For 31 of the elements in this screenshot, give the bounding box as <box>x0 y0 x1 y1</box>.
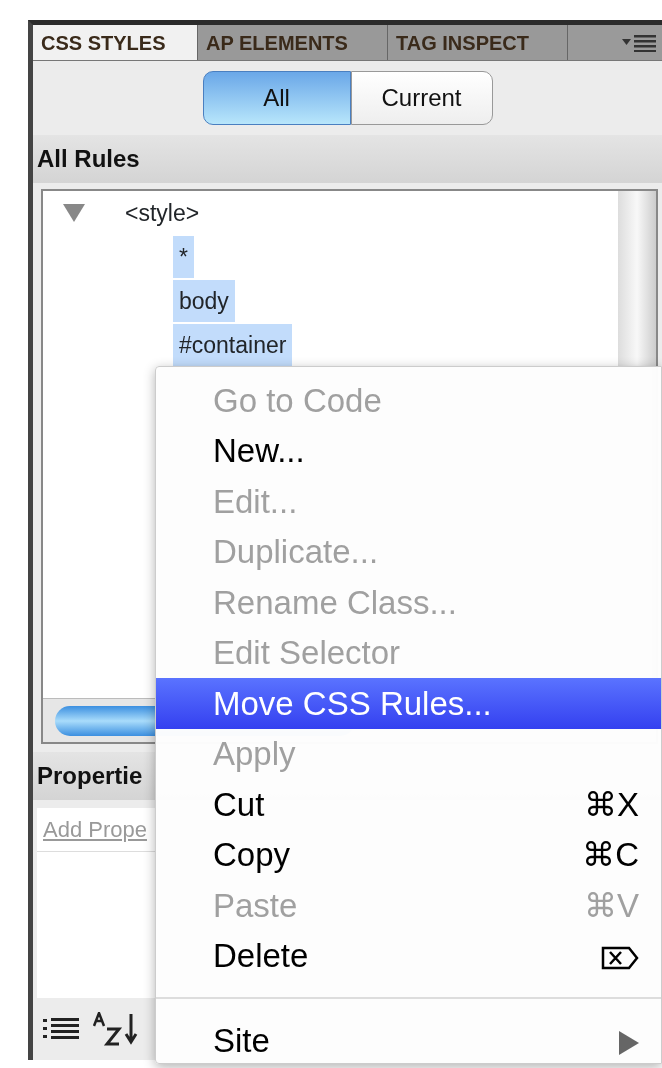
menu-item[interactable]: New... <box>156 425 661 476</box>
rule-item[interactable]: #container <box>173 323 293 367</box>
panel-tab[interactable]: CSS STYLES <box>33 25 198 60</box>
menu-item-label: Copy <box>213 835 291 875</box>
view-toggle-button[interactable]: Current <box>350 71 493 125</box>
menu-item-label: Rename Class... <box>213 582 457 623</box>
menu-item[interactable]: Move CSS Rules... <box>156 678 661 729</box>
shortcut-text: ⌘C <box>582 835 639 875</box>
delete-key-icon <box>601 946 639 971</box>
sort-az-icon[interactable] <box>93 1012 139 1046</box>
menu-item[interactable]: Delete <box>156 930 661 981</box>
shortcut-text: ⌘V <box>584 885 639 926</box>
view-toggle-button[interactable]: All <box>202 71 351 125</box>
menu-item-label: Edit... <box>213 481 298 522</box>
rule-item[interactable]: body <box>173 279 235 323</box>
menu-item-label: Paste <box>213 885 298 926</box>
rule-item[interactable]: * <box>173 235 194 279</box>
menu-item-label: Edit Selector <box>213 633 401 673</box>
menu-item[interactable]: Copy ⌘C <box>156 829 661 880</box>
menu-item-label: Move CSS Rules... <box>213 683 492 724</box>
expanded-triangle-icon[interactable] <box>63 204 85 222</box>
menu-item-label: Go to Code <box>213 380 382 421</box>
submenu-arrow-icon <box>619 1030 639 1055</box>
menu-item-label: Delete <box>213 936 309 976</box>
rule-item[interactable]: <style> <box>119 191 206 235</box>
menu-item-label: Site <box>213 1020 270 1061</box>
menu-item[interactable]: Site <box>156 1015 661 1066</box>
menu-item-label: New... <box>213 431 305 471</box>
section-header: All Rules <box>33 135 662 183</box>
panel-menu-icon[interactable] <box>622 33 656 52</box>
menu-item-label: Duplicate... <box>213 532 379 572</box>
